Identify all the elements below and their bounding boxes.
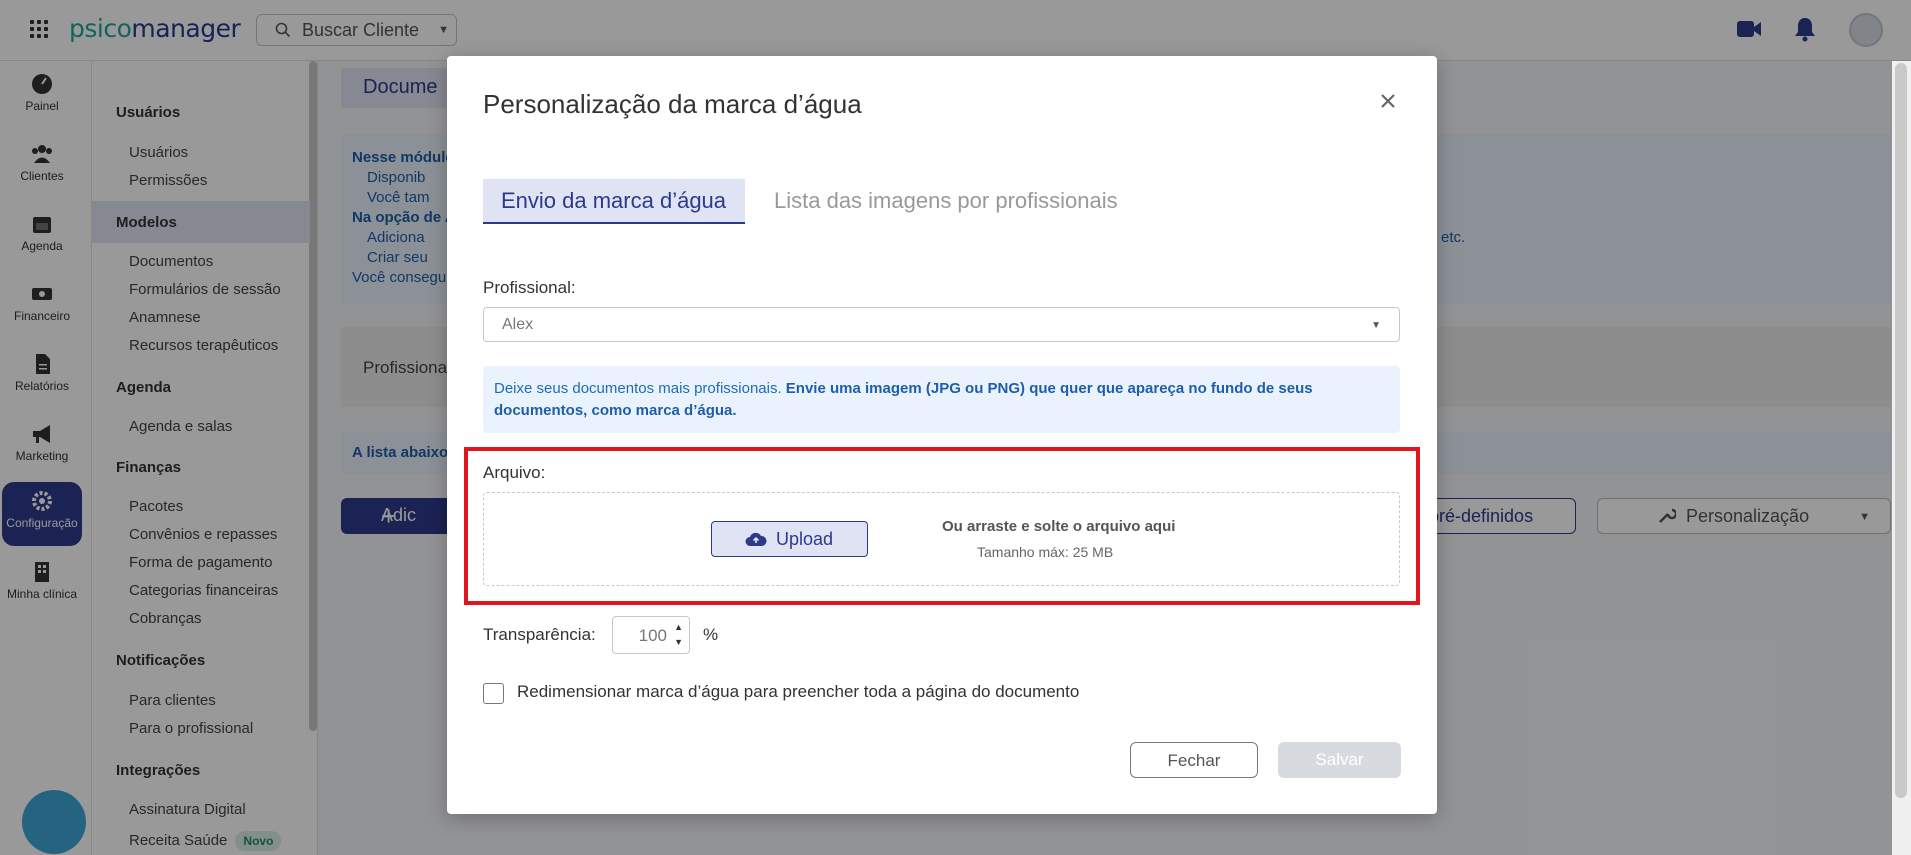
percent-sign: % <box>703 625 719 644</box>
chevron-down-icon: ▼ <box>1371 320 1381 331</box>
tab-lista-imagens[interactable]: Lista das imagens por profissionais <box>774 188 1118 214</box>
stepper-down-icon[interactable]: ▼ <box>674 637 683 647</box>
file-dropzone[interactable]: Upload Ou arraste e solte o arquivo aqui… <box>483 492 1400 586</box>
close-icon[interactable] <box>1377 90 1399 112</box>
watermark-modal: Personalização da marca d’água Envio da … <box>447 56 1437 814</box>
fechar-button[interactable]: Fechar <box>1130 742 1258 778</box>
resize-checkbox[interactable] <box>483 683 504 704</box>
transparencia-stepper[interactable]: 100 ▲ ▼ <box>612 616 690 654</box>
transparencia-value: 100 <box>638 626 667 645</box>
max-size-text: Tamanho máx: 25 MB <box>977 544 1114 560</box>
profissional-select[interactable]: Alex ▼ <box>483 307 1400 342</box>
info-note: Deixe seus documentos mais profissionais… <box>483 366 1400 433</box>
upload-button[interactable]: Upload <box>711 521 868 557</box>
page-scrollbar[interactable] <box>1892 61 1911 855</box>
drop-text: Ou arraste e solte o arquivo aqui <box>942 518 1176 535</box>
profissional-value: Alex <box>502 316 534 333</box>
arquivo-label: Arquivo: <box>483 463 546 482</box>
profissional-label: Profissional: <box>483 278 576 297</box>
tab-envio-marca[interactable]: Envio da marca d’água <box>483 179 745 224</box>
stepper-up-icon[interactable]: ▲ <box>674 622 683 632</box>
salvar-button[interactable]: Salvar <box>1278 742 1401 778</box>
transparencia-label: Transparência: <box>483 625 596 644</box>
modal-title: Personalização da marca d’água <box>483 89 862 119</box>
resize-label[interactable]: Redimensionar marca d’água para preenche… <box>517 682 1079 702</box>
page-scroll-thumb[interactable] <box>1895 63 1907 798</box>
cloud-upload-icon <box>745 532 767 546</box>
